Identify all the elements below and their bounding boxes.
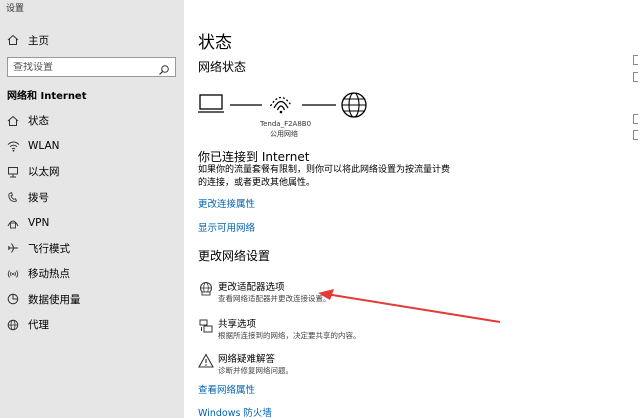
data-usage-icon xyxy=(6,292,20,306)
network-status-heading: 网络状态 xyxy=(198,60,247,74)
home-icon xyxy=(6,33,20,47)
sidebar-item-hotspot[interactable]: 移动热点 xyxy=(0,261,184,287)
connected-description: 如果你的流量套餐有限制，则你可以将此网络设置为按流量计费的连接，或者更改其他属性… xyxy=(198,165,451,188)
sidebar-item-label: 状态 xyxy=(28,115,49,128)
vpn-icon xyxy=(6,216,20,230)
search-box[interactable] xyxy=(7,57,176,77)
warning-icon xyxy=(198,353,214,369)
network-name: Tenda_F2A8B0 xyxy=(260,120,312,128)
sidebar-item-label: 移动热点 xyxy=(28,268,70,281)
airplane-icon xyxy=(6,241,20,255)
home-globe-icon xyxy=(6,114,20,128)
view-network-properties-link[interactable]: 查看网络属性 xyxy=(198,382,255,396)
sidebar-item-airplane[interactable]: 飞行模式 xyxy=(0,236,184,262)
section-title: 网络和 Internet xyxy=(7,91,87,102)
annotation-arrow xyxy=(318,289,501,323)
globe-icon xyxy=(6,318,20,332)
internet-globe-icon xyxy=(341,92,367,118)
sidebar-home-label: 主页 xyxy=(28,34,49,47)
sidebar-item-wlan[interactable]: WLAN xyxy=(0,134,184,160)
sidebar-item-ethernet[interactable]: 以太网 xyxy=(0,159,184,185)
wifi-icon xyxy=(6,139,20,153)
windows-firewall-link[interactable]: Windows 防火墙 xyxy=(198,405,272,418)
sidebar-item-status[interactable]: 状态 xyxy=(0,108,184,134)
sidebar-item-label: 以太网 xyxy=(28,166,60,179)
computer-icon xyxy=(198,94,224,113)
sidebar-item-dialup[interactable]: 拨号 xyxy=(0,185,184,211)
option-description: 诊断并修复网络问题。 xyxy=(218,366,293,375)
sharing-icon xyxy=(198,318,214,334)
change-connection-properties-link[interactable]: 更改连接属性 xyxy=(198,196,255,210)
connected-heading: 你已连接到 Internet xyxy=(198,150,310,164)
hotspot-icon xyxy=(6,267,20,281)
change-network-settings-heading: 更改网络设置 xyxy=(198,249,271,263)
search-input[interactable] xyxy=(13,61,153,73)
option-label: 更改适配器选项 xyxy=(218,282,285,293)
option-description: 根据所连接到的网络，决定要共享的内容。 xyxy=(218,331,361,340)
sidebar-item-label: 代理 xyxy=(28,319,49,332)
sidebar-item-label: VPN xyxy=(28,216,50,229)
sidebar-nav: 状态 WLAN 以太网 拨号 VPN 飞行模式 移动热点 数据使用量 代理 xyxy=(0,108,184,338)
network-type: 公用网络 xyxy=(270,130,298,138)
sidebar-item-proxy[interactable]: 代理 xyxy=(0,312,184,338)
option-label: 网络疑难解答 xyxy=(218,354,276,365)
option-troubleshoot[interactable]: 网络疑难解答 诊断并修复网络问题。 xyxy=(198,351,458,379)
app-title: 设置 xyxy=(6,4,25,14)
sidebar-item-label: 飞行模式 xyxy=(28,242,70,255)
wifi-signal-icon xyxy=(269,96,293,114)
show-available-networks-link[interactable]: 显示可用网络 xyxy=(198,220,255,234)
page-title: 状态 xyxy=(198,33,232,53)
sidebar-item-data-usage[interactable]: 数据使用量 xyxy=(0,287,184,313)
option-label: 共享选项 xyxy=(218,319,257,330)
dialup-icon xyxy=(6,190,20,204)
sidebar-item-vpn[interactable]: VPN xyxy=(0,210,184,236)
ethernet-icon xyxy=(6,165,20,179)
sidebar: 设置 主页 网络和 Internet 状态 WLAN xyxy=(0,0,184,418)
sidebar-item-label: 数据使用量 xyxy=(28,293,81,306)
sidebar-home[interactable]: 主页 xyxy=(6,31,49,49)
sidebar-item-label: 拨号 xyxy=(28,191,49,204)
main-content: 状态 网络状态 Tenda_F2A8B0 公用网络 你已连接到 Internet… xyxy=(184,0,640,418)
sidebar-item-label: WLAN xyxy=(28,140,60,153)
adapter-icon xyxy=(198,281,214,297)
search-icon[interactable] xyxy=(158,61,170,75)
